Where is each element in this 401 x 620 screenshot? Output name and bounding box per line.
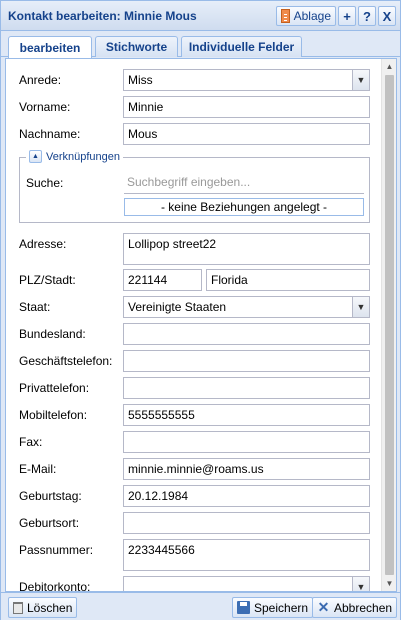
window-titlebar: Kontakt bearbeiten: Minnie Mous Ablage +…	[1, 1, 400, 31]
adresse-label: Adresse:	[19, 237, 67, 251]
geburtsort-label: Geburtsort:	[19, 516, 80, 530]
anrede-select[interactable]: Miss ▼	[123, 69, 370, 91]
nachname-field[interactable]: Mous	[123, 123, 370, 145]
cancel-button[interactable]: ✕ Abbrechen	[312, 597, 398, 618]
cancel-label: Abbrechen	[334, 600, 393, 615]
tab-individuelle-felder[interactable]: Individuelle Felder	[181, 36, 302, 57]
scroll-down-icon[interactable]: ▼	[382, 576, 396, 591]
staat-select[interactable]: Vereinigte Staaten ▼	[123, 296, 370, 318]
ablage-button[interactable]: Ablage	[276, 6, 336, 26]
geburtstag-label: Geburtstag:	[19, 489, 82, 503]
verknuepfungen-title: Verknüpfungen	[46, 150, 121, 163]
debitorkonto-label: Debitorkonto:	[19, 580, 91, 592]
bundesland-field[interactable]	[123, 323, 370, 345]
save-button[interactable]: Speichern	[232, 597, 314, 618]
bundesland-label: Bundesland:	[19, 327, 86, 341]
chevron-down-icon[interactable]: ▼	[352, 577, 369, 591]
adresse-textarea[interactable]: Lollipop street22	[123, 233, 370, 265]
vorname-label: Vorname:	[19, 100, 71, 114]
document-icon	[281, 9, 290, 23]
chevron-down-icon[interactable]: ▼	[352, 297, 369, 317]
contact-edit-window: Kontakt bearbeiten: Minnie Mous Ablage +…	[0, 0, 401, 620]
scrollbar-thumb[interactable]	[385, 75, 394, 575]
staat-value: Vereinigte Staaten	[128, 300, 227, 314]
form-panel: Anrede: Miss ▼ Vorname: Minnie Nachname:…	[5, 58, 397, 592]
cross-icon: ✕	[317, 599, 330, 615]
passnummer-textarea[interactable]: 2233445566	[123, 539, 370, 571]
trash-icon	[13, 601, 23, 614]
tab-bar: bearbeiten Stichworte Individuelle Felde…	[1, 32, 400, 58]
tab-bearbeiten[interactable]: bearbeiten	[8, 36, 92, 58]
geburtstag-field[interactable]: 20.12.1984	[123, 485, 370, 507]
anrede-value: Miss	[128, 73, 153, 87]
form-scrollbar[interactable]: ▲ ▼	[381, 59, 396, 591]
help-button[interactable]: ?	[358, 6, 376, 26]
delete-label: Löschen	[27, 600, 73, 615]
help-icon: ?	[363, 8, 371, 24]
plus-icon: +	[343, 8, 351, 24]
geschaeftstelefon-field[interactable]	[123, 350, 370, 372]
chevron-down-icon[interactable]: ▼	[352, 70, 369, 90]
collapse-up-icon[interactable]: ▲	[29, 150, 42, 163]
nachname-label: Nachname:	[19, 127, 81, 141]
debitorkonto-select[interactable]: ▼	[123, 576, 370, 591]
fax-label: Fax:	[19, 435, 43, 449]
privattelefon-field[interactable]	[123, 377, 370, 399]
window-title: Kontakt bearbeiten: Minnie Mous	[8, 9, 197, 23]
close-icon: X	[382, 8, 392, 24]
anrede-label: Anrede:	[19, 73, 62, 87]
privattelefon-label: Privattelefon:	[19, 381, 90, 395]
scroll-up-icon[interactable]: ▲	[382, 59, 396, 74]
tab-stichworte[interactable]: Stichworte	[95, 36, 178, 57]
staat-label: Staat:	[19, 300, 51, 314]
passnummer-label: Passnummer:	[19, 543, 94, 557]
fax-field[interactable]	[123, 431, 370, 453]
footer-toolbar: Löschen Speichern ✕ Abbrechen	[1, 592, 400, 620]
email-label: E-Mail:	[19, 462, 57, 476]
delete-button[interactable]: Löschen	[8, 597, 78, 618]
geburtsort-field[interactable]	[123, 512, 370, 534]
verknuepfungen-fieldset: ▲ Verknüpfungen Suche: Suchbegriff einge…	[19, 150, 370, 223]
close-button[interactable]: X	[378, 6, 396, 26]
verknuepfungen-legend[interactable]: ▲ Verknüpfungen	[26, 150, 124, 163]
titlebar-buttons: Ablage + ? X	[276, 6, 396, 26]
suche-label: Suche:	[26, 176, 64, 190]
stadt-field[interactable]: Florida	[206, 269, 370, 291]
email-field[interactable]: minnie.minnie@roams.us	[123, 458, 370, 480]
add-button[interactable]: +	[338, 6, 356, 26]
plz-stadt-label: PLZ/Stadt:	[19, 273, 76, 287]
mobiltelefon-field[interactable]: 5555555555	[123, 404, 370, 426]
vorname-field[interactable]: Minnie	[123, 96, 370, 118]
ablage-label: Ablage	[293, 9, 331, 23]
mobiltelefon-label: Mobiltelefon:	[19, 408, 88, 422]
geschaeftstelefon-label: Geschäftstelefon:	[19, 354, 113, 368]
floppy-icon	[237, 601, 250, 614]
relations-list: - keine Beziehungen angelegt -	[124, 198, 364, 216]
suche-input[interactable]: Suchbegriff eingeben...	[124, 172, 364, 194]
plz-field[interactable]: 221144	[123, 269, 202, 291]
save-label: Speichern	[254, 600, 309, 615]
